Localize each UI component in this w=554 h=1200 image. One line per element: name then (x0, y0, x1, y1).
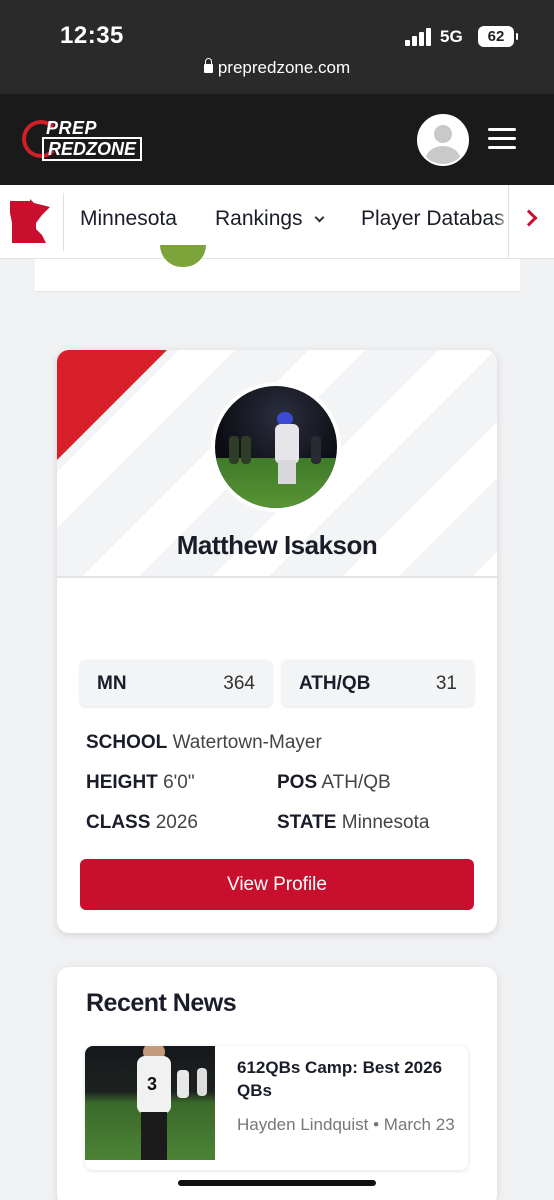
school-value: Watertown-Mayer (172, 732, 322, 753)
position-value: ATH/QB (321, 772, 391, 793)
state-rank-pill: MN 364 (80, 660, 272, 706)
height-info: HEIGHT 6'0" (86, 772, 195, 794)
nav-item-rankings[interactable]: Rankings (215, 207, 325, 231)
position-rank-pill: ATH/QB 31 (282, 660, 474, 706)
view-profile-button[interactable]: View Profile (80, 859, 474, 910)
chevron-right-icon (520, 209, 538, 227)
news-thumbnail[interactable]: 3 (85, 1046, 215, 1160)
class-value: 2026 (155, 812, 198, 833)
home-indicator (178, 1180, 376, 1186)
position-label: POS (277, 772, 318, 793)
height-label: HEIGHT (86, 772, 158, 793)
nav-item-minnesota[interactable]: Minnesota (80, 207, 177, 231)
state-label: STATE (277, 812, 337, 833)
school-info: SCHOOL Watertown-Mayer (86, 732, 322, 754)
nav-scroll-right-button[interactable] (508, 185, 554, 258)
site-logo[interactable]: PREP REDZONE (22, 118, 150, 162)
status-time: 12:35 (60, 22, 124, 49)
news-headline[interactable]: 612QBs Camp: Best 2026 QBs (237, 1056, 457, 1102)
position-rank-value: 31 (435, 673, 457, 694)
state-rank-label: MN (97, 673, 127, 694)
news-item[interactable]: 3 612QBs Camp: Best 2026 QBs Hayden Lind… (85, 1046, 468, 1170)
class-info: CLASS 2026 (86, 812, 198, 834)
news-meta: Hayden Lindquist • March 23 (237, 1115, 455, 1134)
state-nav: Minnesota Rankings Player Databas (0, 185, 554, 259)
battery-icon: 62 (478, 26, 518, 47)
user-avatar-icon[interactable] (417, 114, 469, 166)
site-header: PREP REDZONE (0, 94, 554, 185)
status-bar: 12:35 5G 62 prepredzone.com (0, 0, 554, 94)
news-date: March 23 (383, 1115, 455, 1134)
network-type: 5G (440, 27, 463, 46)
state-info: STATE Minnesota (277, 812, 429, 834)
minnesota-state-icon[interactable] (8, 199, 52, 245)
lock-icon (203, 58, 213, 73)
menu-icon[interactable] (488, 128, 516, 150)
previous-card (35, 245, 520, 292)
recent-news-card: Recent News 3 612QBs Camp: Best 2026 QBs… (57, 967, 497, 1200)
logo-text-bottom: REDZONE (42, 137, 143, 161)
player-name[interactable]: Matthew Isakson (57, 530, 497, 561)
position-rank-label: ATH/QB (299, 673, 371, 694)
player-card: Matthew Isakson MN 364 ATH/QB 31 SCHOOL … (57, 350, 497, 933)
class-label: CLASS (86, 812, 151, 833)
state-value: Minnesota (341, 812, 430, 833)
nav-item-rankings-label: Rankings (215, 207, 303, 230)
news-author: Hayden Lindquist (237, 1115, 369, 1134)
news-thumbnail-jersey: 3 (147, 1074, 158, 1094)
nav-divider (63, 193, 64, 251)
position-info: POS ATH/QB (277, 772, 391, 794)
url-text: prepredzone.com (217, 58, 351, 77)
signal-icon (405, 28, 431, 46)
recent-news-title: Recent News (86, 989, 237, 1017)
chevron-down-icon (314, 212, 325, 223)
red-corner-accent (57, 350, 167, 460)
logo-text-top: PREP (46, 118, 98, 138)
player-card-header: Matthew Isakson (57, 350, 497, 578)
previous-avatar-icon (160, 245, 206, 267)
state-rank-value: 364 (223, 673, 255, 694)
url-bar[interactable]: prepredzone.com (0, 58, 554, 78)
nav-item-player-database[interactable]: Player Databas (361, 207, 505, 231)
height-value: 6'0" (163, 772, 195, 793)
player-photo[interactable] (211, 382, 341, 512)
school-label: SCHOOL (86, 732, 168, 753)
